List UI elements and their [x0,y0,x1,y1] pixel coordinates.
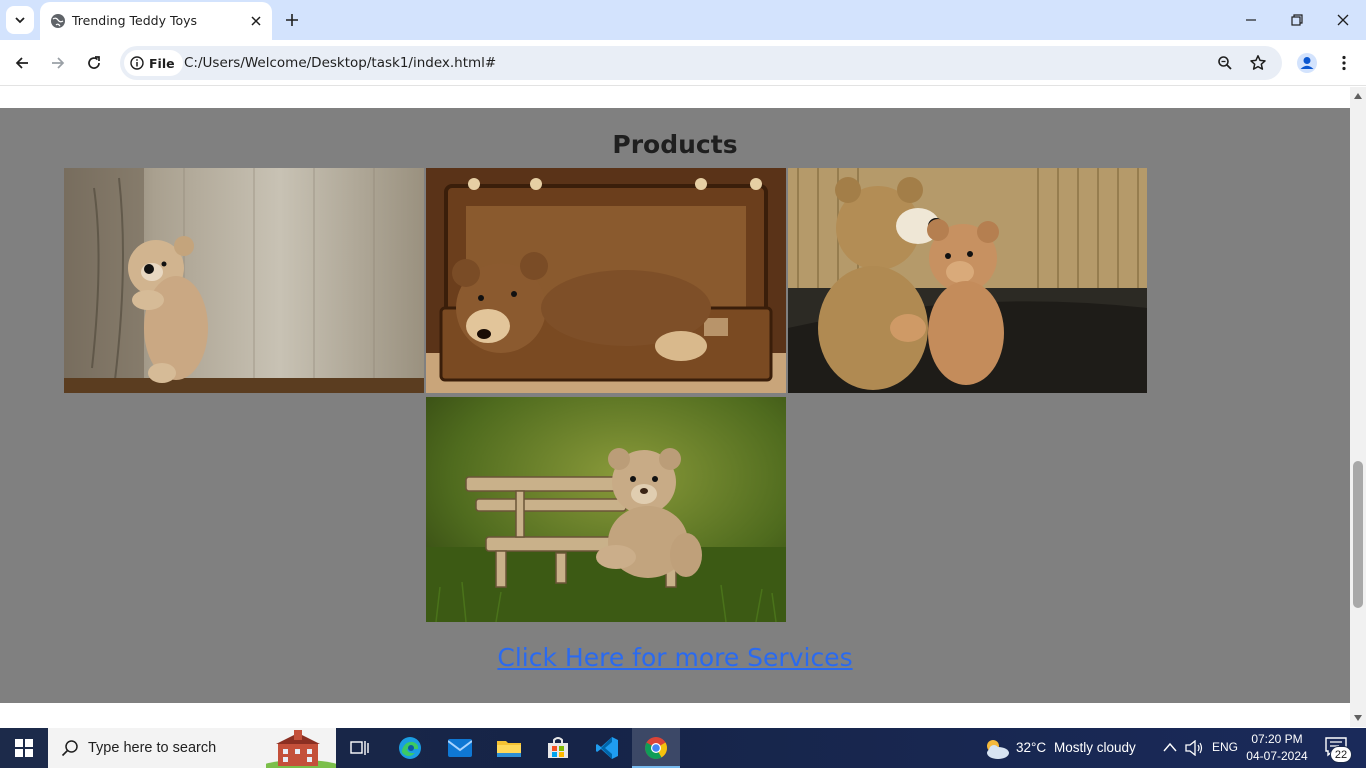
star-icon [1250,55,1266,70]
new-tab-button[interactable] [280,8,304,32]
reload-icon [88,56,100,69]
tab-strip: Trending Teddy Toys [0,0,1366,40]
taskbar-search[interactable]: Type here to search [48,728,336,768]
weather-description[interactable]: Mostly cloudy [1054,740,1136,755]
arrow-left-icon [15,57,28,69]
arrow-right-icon [52,57,65,69]
search-placeholder: Type here to search [88,740,217,756]
triangle-down-icon [1354,715,1362,721]
close-icon [1337,14,1349,26]
task-view-icon [350,741,369,755]
two-teddies-hugging-photo [788,168,1147,393]
restore-icon [1291,14,1303,26]
info-icon [130,56,144,70]
forward-button[interactable] [44,49,72,77]
clock-time: 07:20 PM [1251,732,1303,746]
product-image[interactable] [788,168,1147,393]
start-button[interactable] [0,728,48,768]
scroll-down-button[interactable] [1350,711,1366,725]
search-icon [61,740,78,757]
vscode-icon [596,737,618,759]
product-image[interactable] [64,168,424,393]
site-info-label: File [149,55,175,71]
bookmark-button[interactable] [1247,52,1269,74]
menu-button[interactable] [1330,49,1358,77]
minimize-icon [1246,19,1256,21]
store-icon [548,737,568,758]
plus-icon [286,14,298,26]
taskbar-app-mail[interactable] [436,728,484,768]
chevron-down-icon [15,17,25,24]
teddy-on-bench-photo [426,397,786,622]
chrome-icon [645,737,667,759]
teddy-peeking-wood-photo [64,168,424,393]
restore-button[interactable] [1274,0,1320,40]
zoom-icon [1218,56,1232,70]
tab-title: Trending Teddy Toys [72,13,198,28]
profile-button[interactable] [1293,49,1321,77]
back-button[interactable] [8,49,36,77]
taskbar-app-store[interactable] [534,728,582,768]
folder-icon [497,741,521,757]
weather-temperature[interactable]: 32°C [1016,740,1046,755]
browser-toolbar: File C:/Users/Welcome/Desktop/task1/inde… [0,40,1366,86]
task-view-button[interactable] [336,728,384,768]
tab-close-button[interactable] [246,11,266,31]
active-tab[interactable]: Trending Teddy Toys [40,2,272,40]
taskbar-app-edge[interactable] [386,728,434,768]
taskbar-app-vscode[interactable] [583,728,631,768]
products-section: Products Click Here for more Services [0,108,1350,703]
edge-icon [399,737,421,759]
scroll-up-button[interactable] [1350,89,1366,103]
notification-badge: 22 [1330,746,1352,763]
taskbar-app-file-explorer[interactable] [485,728,533,768]
taskbar-app-chrome[interactable] [632,728,680,768]
tab-search-button[interactable] [6,6,34,34]
clock[interactable]: 07:20 PM 04-07-2024 [1240,731,1314,765]
section-title: Products [612,130,738,159]
product-image[interactable] [426,397,786,622]
close-icon [251,16,261,26]
chevron-up-icon[interactable] [1163,742,1177,752]
address-bar[interactable]: File C:/Users/Welcome/Desktop/task1/inde… [120,46,1282,80]
url-text[interactable]: C:/Users/Welcome/Desktop/task1/index.htm… [184,55,496,71]
mail-icon [448,739,472,757]
site-info-chip[interactable]: File [124,50,183,76]
language-indicator[interactable]: ENG [1212,740,1238,754]
more-services-link[interactable]: Click Here for more Services [0,643,1350,672]
reload-button[interactable] [80,49,108,77]
teddy-in-suitcase-photo [426,168,786,393]
taskbar: Type here to search 32°C Mostly cloudy E… [0,728,1366,768]
globe-icon [51,14,65,28]
avatar-icon [1297,53,1317,73]
more-vert-icon [1342,55,1346,71]
close-window-button[interactable] [1320,0,1366,40]
triangle-up-icon [1354,93,1362,99]
page-scrollbar[interactable] [1350,87,1366,727]
product-image[interactable] [426,168,786,393]
scroll-thumb[interactable] [1353,461,1363,608]
page-viewport: Products Click Here for more Services [0,87,1350,727]
cloudy-weather-icon [987,740,1009,759]
school-building-icon [266,730,336,768]
windows-logo-icon [15,739,33,757]
minimize-button[interactable] [1228,0,1274,40]
clock-date: 04-07-2024 [1246,749,1308,763]
zoom-button[interactable] [1214,52,1236,74]
notification-center-button[interactable]: 22 [1318,728,1366,768]
volume-icon[interactable] [1185,740,1203,756]
